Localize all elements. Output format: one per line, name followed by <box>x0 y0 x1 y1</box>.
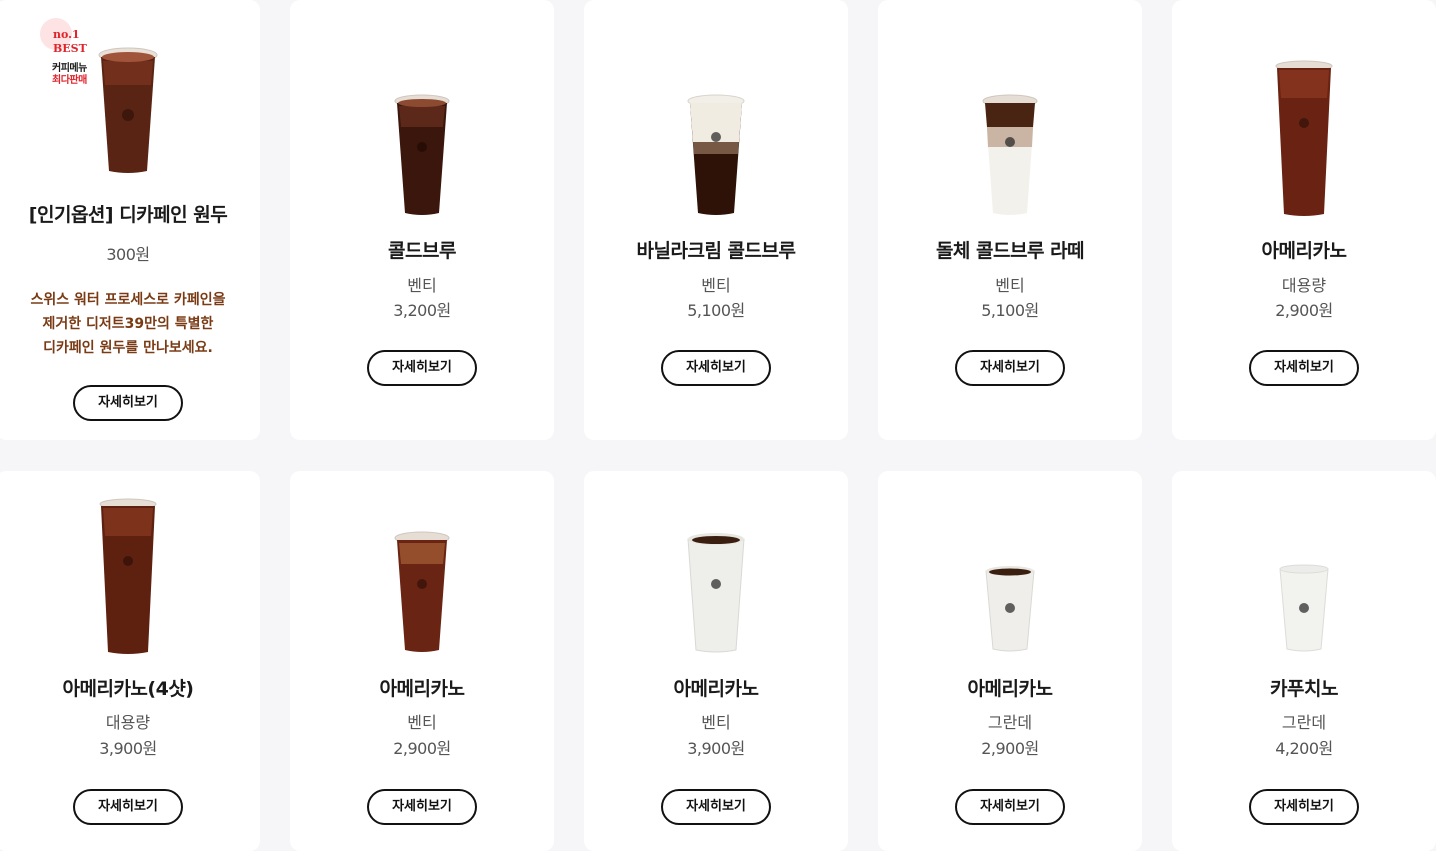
detail-button[interactable]: 자세히보기 <box>73 385 183 421</box>
product-size: 벤티 <box>407 713 437 732</box>
iced-americano-cup-icon <box>290 529 554 654</box>
product-price: 5,100원 <box>687 301 745 320</box>
product-size: 그란데 <box>1281 713 1327 732</box>
product-card[interactable]: 아메리카노(4샷) 대용량 3,900원 자세히보기 <box>0 471 260 851</box>
product-price: 2,900원 <box>981 739 1039 758</box>
product-size: 벤티 <box>701 276 731 295</box>
product-size: 벤티 <box>407 276 437 295</box>
product-name: 아메리카노 <box>967 678 1053 700</box>
product-price: 4,200원 <box>1275 739 1333 758</box>
product-name: 콜드브루 <box>388 240 456 262</box>
hot-cup-with-lid-icon <box>1172 563 1436 658</box>
detail-button[interactable]: 자세히보기 <box>955 350 1065 386</box>
product-card[interactable]: 돌체 콜드브루 라떼 벤티 5,100원 자세히보기 <box>878 0 1142 440</box>
product-name: 카푸치노 <box>1270 678 1338 700</box>
product-price: 2,900원 <box>393 739 451 758</box>
product-size: 그란데 <box>987 713 1033 732</box>
product-name: 바닐라크림 콜드브루 <box>636 240 796 262</box>
product-card[interactable]: 아메리카노 대용량 2,900원 자세히보기 <box>1172 0 1436 440</box>
product-size: 대용량 <box>1281 276 1327 295</box>
product-name: 아메리카노 <box>673 678 759 700</box>
product-name: 아메리카노(4샷) <box>62 678 194 700</box>
product-price: 3,900원 <box>687 739 745 758</box>
detail-button[interactable]: 자세히보기 <box>955 789 1065 825</box>
detail-button[interactable]: 자세히보기 <box>367 789 477 825</box>
iced-americano-cup-icon <box>0 496 260 656</box>
product-name: 아메리카노 <box>379 678 465 700</box>
product-price: 2,900원 <box>1275 301 1333 320</box>
product-description: 스위스 워터 프로세스로 카페인을 제거한 디저트39만의 특별한 디카페인 원… <box>0 288 260 360</box>
product-size: 벤티 <box>701 713 731 732</box>
description-line: 제거한 디저트39만의 특별한 <box>42 316 214 332</box>
hot-coffee-cup-icon <box>878 563 1142 658</box>
detail-button[interactable]: 자세히보기 <box>73 789 183 825</box>
product-size: 벤티 <box>995 276 1025 295</box>
detail-button[interactable]: 자세히보기 <box>661 350 771 386</box>
product-price: 3,900원 <box>99 739 157 758</box>
iced-coffee-cup-icon <box>0 45 260 175</box>
product-card-featured[interactable]: no.1 BEST 커피메뉴 최다판매 [인기옵션] 디카페인 원두 300원 … <box>0 0 260 440</box>
detail-button[interactable]: 자세히보기 <box>1249 350 1359 386</box>
iced-cold-brew-cup-icon <box>290 92 554 217</box>
description-line: 디카페인 원두를 만나보세요. <box>43 340 213 356</box>
dolce-cold-brew-latte-cup-icon <box>878 92 1142 217</box>
badge-no1-text: no.1 <box>53 28 80 41</box>
product-card[interactable]: 아메리카노 그란데 2,900원 자세히보기 <box>878 471 1142 851</box>
product-price: 3,200원 <box>393 301 451 320</box>
hot-coffee-cup-icon <box>584 529 848 654</box>
product-card[interactable]: 바닐라크림 콜드브루 벤티 5,100원 자세히보기 <box>584 0 848 440</box>
product-name: [인기옵션] 디카페인 원두 <box>28 204 228 226</box>
product-card[interactable]: 아메리카노 벤티 3,900원 자세히보기 <box>584 471 848 851</box>
product-card[interactable]: 카푸치노 그란데 4,200원 자세히보기 <box>1172 471 1436 851</box>
detail-button[interactable]: 자세히보기 <box>661 789 771 825</box>
product-name: 돌체 콜드브루 라떼 <box>935 240 1085 262</box>
product-size: 대용량 <box>105 713 151 732</box>
vanilla-cream-cold-brew-cup-icon <box>584 92 848 217</box>
detail-button[interactable]: 자세히보기 <box>1249 789 1359 825</box>
description-line: 스위스 워터 프로세스로 카페인을 <box>30 292 226 308</box>
iced-americano-cup-icon <box>1172 58 1436 218</box>
product-name: 아메리카노 <box>1261 240 1347 262</box>
product-price: 5,100원 <box>981 301 1039 320</box>
product-card[interactable]: 콜드브루 벤티 3,200원 자세히보기 <box>290 0 554 440</box>
detail-button[interactable]: 자세히보기 <box>367 350 477 386</box>
product-price: 300원 <box>106 245 150 264</box>
product-card[interactable]: 아메리카노 벤티 2,900원 자세히보기 <box>290 471 554 851</box>
